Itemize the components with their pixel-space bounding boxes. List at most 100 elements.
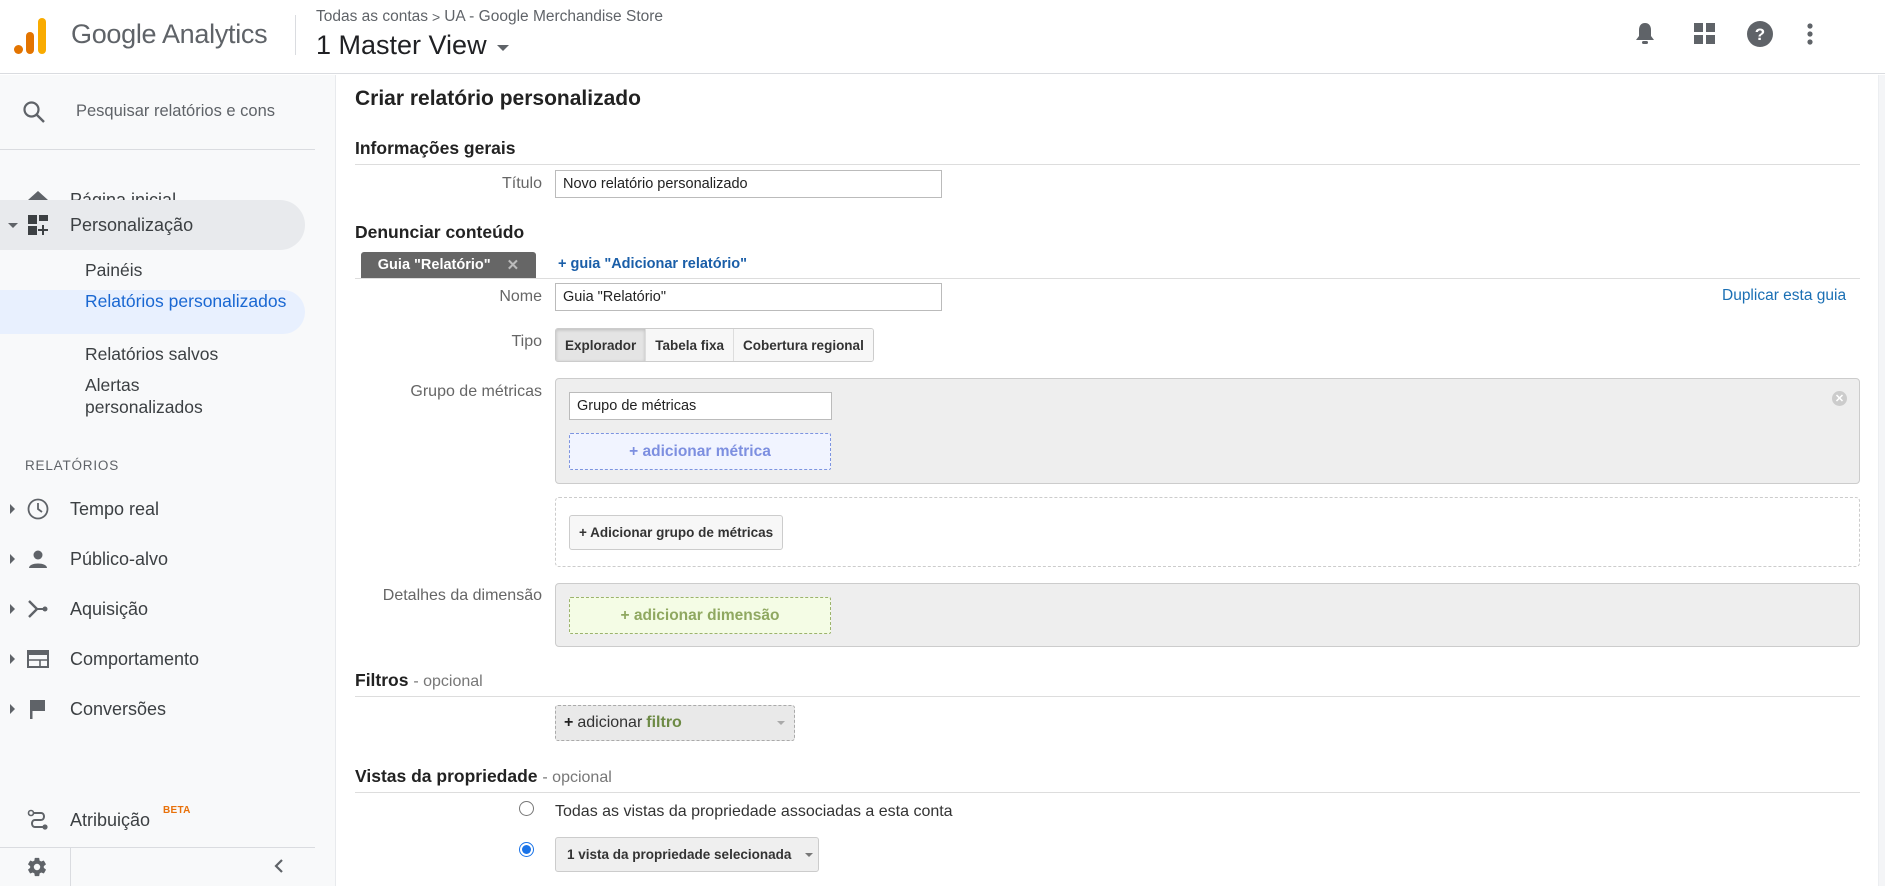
divider <box>355 792 1860 793</box>
dashboard-customize-icon <box>26 213 50 237</box>
header-divider <box>295 15 296 55</box>
expand-caret-icon <box>10 554 15 564</box>
tab-report-label: Guia "Relatório" <box>377 257 491 273</box>
breadcrumb-property[interactable]: UA - Google Merchandise Store <box>444 8 663 26</box>
divider <box>355 164 1860 165</box>
all-views-label[interactable]: Todas as vistas da propriedade associada… <box>555 803 953 821</box>
duplicate-tab-link[interactable]: Duplicar esta guia <box>1722 287 1846 305</box>
type-map-overlay-button[interactable]: Cobertura regional <box>733 329 873 361</box>
apps-grid-icon[interactable] <box>1690 19 1720 49</box>
behavior-icon <box>26 647 50 671</box>
add-metric-button[interactable]: + adicionar métrica <box>569 433 831 470</box>
dropdown-caret-icon <box>777 721 785 725</box>
add-metric-group-button[interactable]: + Adicionar grupo de métricas <box>569 515 784 550</box>
report-search[interactable]: Pesquisar relatórios e cons <box>0 75 315 150</box>
sidebar-item-label: Público-alvo <box>70 548 169 569</box>
tab-name-input[interactable]: Guia "Relatório" <box>555 283 942 311</box>
sidebar-footer <box>0 847 315 886</box>
view-selector[interactable]: 1 Master View <box>316 30 509 61</box>
chevron-right-icon: > <box>432 9 441 25</box>
expand-caret-icon <box>10 654 15 664</box>
type-flat-table-button[interactable]: Tabela fixa <box>645 329 734 361</box>
custom-report-editor: Criar relatório personalizado Informaçõe… <box>337 75 1877 886</box>
remove-metric-group-icon[interactable]: ✕ <box>1832 391 1847 406</box>
add-dimension-button[interactable]: + adicionar dimensão <box>569 597 831 634</box>
sidebar-item-label: Comportamento <box>70 648 200 669</box>
filters-heading-text: Filtros <box>355 670 409 690</box>
metric-group-label: Grupo de métricas <box>410 383 542 400</box>
breadcrumb[interactable]: Todas as contas > UA - Google Merchandis… <box>316 8 663 26</box>
expand-caret-icon <box>10 604 15 614</box>
sidebar-item-behavior[interactable]: Comportamento <box>0 634 305 684</box>
tab-report[interactable]: Guia "Relatório" ✕ <box>361 252 536 278</box>
title-label: Título <box>501 175 542 192</box>
radio-selected-views[interactable] <box>519 842 534 857</box>
close-tab-icon[interactable]: ✕ <box>507 256 520 274</box>
sidebar-nav: Pesquisar relatórios e cons Página inici… <box>0 75 336 886</box>
dimension-label: Detalhes da dimensão <box>382 587 542 604</box>
metric-group-name-input[interactable]: Grupo de métricas <box>569 392 832 420</box>
more-vert-icon[interactable] <box>1795 19 1825 49</box>
optional-label: - opcional <box>413 673 483 690</box>
add-report-tab-link[interactable]: + guia "Adicionar relatório" <box>558 256 747 272</box>
type-explorer-button[interactable]: Explorador <box>556 329 646 361</box>
breadcrumb-accounts[interactable]: Todas as contas <box>316 8 428 26</box>
filter-keyword: filtro <box>646 714 682 731</box>
sidebar-item-conversions[interactable]: Conversões <box>0 684 305 734</box>
google-analytics-logo-icon[interactable] <box>13 16 47 54</box>
gear-icon[interactable] <box>26 856 48 883</box>
acquisition-icon <box>26 597 50 621</box>
sidebar-item-label: Conversões <box>70 698 167 719</box>
report-type-selector: Explorador Tabela fixa Cobertura regiona… <box>555 328 874 362</box>
view-selection-value: 1 vista da propriedade selecionada <box>567 847 792 862</box>
sidebar-item-acquisition[interactable]: Aquisição <box>0 584 305 634</box>
radio-all-views[interactable] <box>519 801 534 816</box>
dropdown-caret-icon <box>496 44 509 51</box>
sidebar-item-attribution[interactable]: Atribuição BETA <box>0 795 305 845</box>
optional-label: - opcional <box>542 769 612 786</box>
page-scrollbar[interactable] <box>1878 75 1885 886</box>
sidebar-item-label: Aquisição <box>70 598 149 619</box>
search-input[interactable]: Pesquisar relatórios e cons <box>76 102 275 121</box>
clock-icon <box>26 497 50 521</box>
filters-heading: Filtros - opcional <box>355 670 483 691</box>
tabs-divider <box>355 278 1860 279</box>
svg-text:?: ? <box>1755 25 1765 44</box>
sidebar-subitem-custom-alerts[interactable]: Alertas personalizados <box>0 374 203 418</box>
beta-badge: BETA <box>163 805 191 816</box>
name-label: Nome <box>499 288 542 305</box>
sidebar-item-label: Atribuição <box>70 809 151 830</box>
sidebar-item-label: Tempo real <box>70 498 160 519</box>
product-name[interactable]: Google Analytics <box>71 19 268 50</box>
person-icon <box>26 547 50 571</box>
collapse-sidebar-chevron-left-icon[interactable] <box>272 856 286 881</box>
sidebar-subitem-dashboards[interactable]: Painéis <box>0 259 305 281</box>
sidebar-subitem-custom-reports[interactable]: Relatórios personalizados <box>0 290 305 334</box>
expand-caret-icon <box>8 222 18 228</box>
sidebar-subitem-saved-reports[interactable]: Relatórios salvos <box>0 343 305 365</box>
notifications-icon[interactable] <box>1630 19 1660 49</box>
sidebar-item-audience[interactable]: Público-alvo <box>0 534 305 584</box>
reports-section-label: RELATÓRIOS <box>25 458 120 473</box>
views-heading-text: Vistas da propriedade <box>355 766 538 786</box>
view-selection-dropdown[interactable]: 1 vista da propriedade selecionada <box>555 837 819 872</box>
flag-icon <box>26 697 50 721</box>
metric-group-box: Grupo de métricas + adicionar métrica ✕ <box>555 378 1860 484</box>
report-title-input[interactable]: Novo relatório personalizado <box>555 170 942 198</box>
page-title: Criar relatório personalizado <box>355 87 641 110</box>
search-icon[interactable] <box>22 100 46 129</box>
sidebar-item-label: Personalização <box>70 214 194 235</box>
sidebar-item-customization[interactable]: Personalização <box>0 200 305 250</box>
views-heading: Vistas da propriedade - opcional <box>355 766 612 787</box>
expand-caret-icon <box>10 704 15 714</box>
attribution-icon <box>26 808 50 832</box>
sidebar-item-realtime[interactable]: Tempo real <box>0 484 305 534</box>
add-filter-dropdown[interactable]: + adicionar filtro <box>555 705 795 741</box>
view-name: 1 Master View <box>316 30 487 60</box>
add-filter-text: adicionar <box>577 714 643 731</box>
dropdown-caret-icon <box>805 852 814 857</box>
type-label: Tipo <box>511 333 542 350</box>
help-icon[interactable]: ? <box>1745 19 1775 49</box>
dimension-box: + adicionar dimensão <box>555 583 1860 647</box>
report-content-heading: Denunciar conteúdo <box>355 222 525 242</box>
